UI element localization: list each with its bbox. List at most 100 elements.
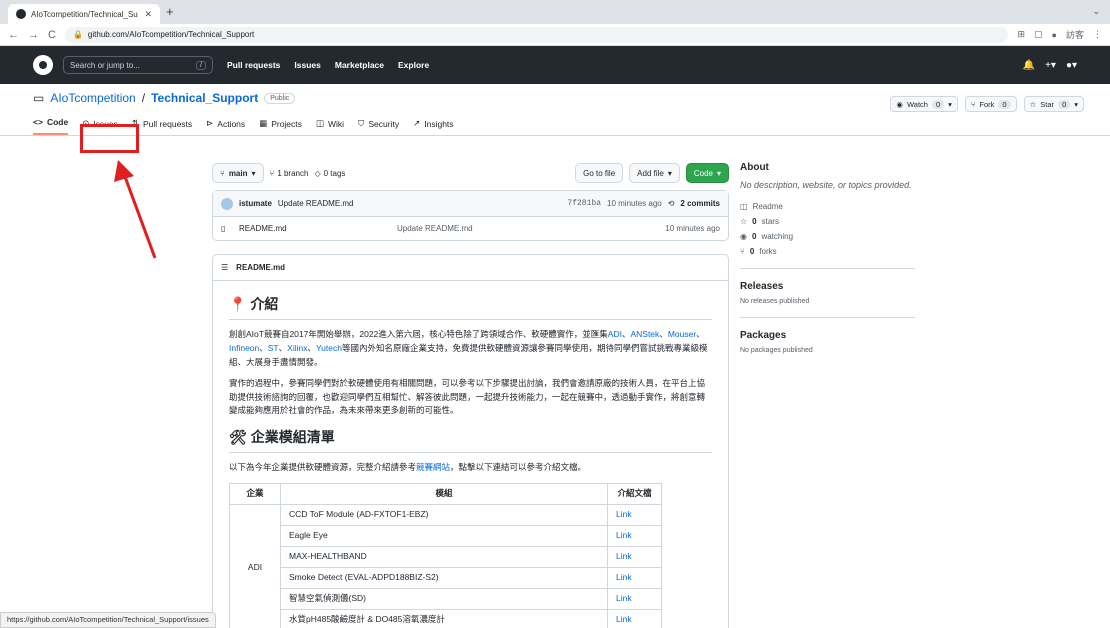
- watch-button[interactable]: ◉ Watch 0 ▾: [890, 96, 958, 112]
- nav-explore[interactable]: Explore: [398, 60, 429, 70]
- tab-security[interactable]: ⛉ Security: [358, 118, 399, 135]
- link-infineon[interactable]: Infineon: [229, 343, 259, 353]
- code-button[interactable]: Code ▾: [685, 163, 729, 183]
- tab-insights-label: Insights: [424, 118, 454, 129]
- branches-icon: ⑂: [269, 168, 275, 178]
- watching-link[interactable]: ◉ 0 watching: [740, 232, 915, 241]
- pin-icon: 📍: [229, 296, 247, 312]
- browser-tab[interactable]: AIoTcompetition/Technical_Su ✕: [8, 4, 160, 24]
- fork-icon: ⑂: [740, 246, 745, 256]
- github-logo-icon[interactable]: [33, 55, 53, 75]
- list-icon[interactable]: ☰: [221, 263, 228, 272]
- file-name[interactable]: README.md: [239, 224, 397, 233]
- tab-code[interactable]: <> Code: [33, 117, 69, 135]
- tab-insights[interactable]: ↗ Insights: [413, 118, 453, 135]
- link-st[interactable]: ST: [268, 343, 279, 353]
- doc-link[interactable]: Link: [607, 566, 662, 589]
- stars-link[interactable]: ☆ 0 stars: [740, 217, 915, 226]
- url-bar[interactable]: 🔒 github.com/AIoTcompetition/Technical_S…: [64, 26, 1009, 43]
- table-row: ADI CCD ToF Module (AD-FXTOF1-EBZ) Link: [229, 503, 662, 628]
- branches-link[interactable]: ⑂ 1 branch: [270, 169, 309, 178]
- window-icon[interactable]: ▢: [1034, 29, 1043, 40]
- create-new-icon[interactable]: +▾: [1045, 60, 1056, 71]
- readme-body: 📍 介紹 創創AIoT競賽自2017年開始舉辦，2022進入第六屆，核心特色除了跨…: [213, 281, 728, 628]
- module-cell: Eagle Eye: [280, 524, 608, 547]
- fork-count: 0: [998, 99, 1011, 109]
- link-mouser[interactable]: Mouser: [668, 329, 696, 339]
- competition-site-link[interactable]: 競賽網站: [416, 462, 450, 472]
- doc-link-text[interactable]: Link: [616, 614, 632, 624]
- branch-chevron-icon: ▾: [251, 168, 256, 178]
- issues-highlight-box: [80, 124, 139, 153]
- file-commit-message[interactable]: Update README.md: [397, 224, 665, 233]
- repo-owner-link[interactable]: AIoTcompetition: [50, 91, 135, 105]
- translate-icon[interactable]: ⊞: [1017, 29, 1025, 40]
- fork-button[interactable]: ⑂ Fork 0: [964, 96, 1017, 112]
- back-icon[interactable]: ←: [8, 29, 19, 41]
- tab-wiki[interactable]: ◫ Wiki: [316, 118, 344, 135]
- forks-link[interactable]: ⑂ 0 forks: [740, 247, 915, 256]
- watching-label: watching: [761, 231, 794, 241]
- doc-link-text[interactable]: Link: [616, 551, 632, 561]
- code-toolbar: ⑂ main ▾ ⑂ 1 branch ◇ 0 tags Go to file Add …: [212, 162, 729, 184]
- doc-link[interactable]: Link: [607, 608, 662, 628]
- readme-header: ☰ README.md: [213, 255, 728, 281]
- tab-actions[interactable]: ⊳ Actions: [206, 118, 245, 135]
- readme-link[interactable]: ◫ Readme: [740, 202, 915, 211]
- profile-icon[interactable]: ●: [1052, 30, 1057, 40]
- close-tab-icon[interactable]: ✕: [144, 9, 152, 20]
- tab-pull-requests[interactable]: ⇅ Pull requests: [132, 118, 192, 135]
- repo-icon: ▭: [33, 91, 45, 105]
- doc-link[interactable]: Link: [607, 587, 662, 610]
- user-avatar-icon[interactable]: ●▾: [1066, 60, 1077, 71]
- doc-link-text[interactable]: Link: [616, 572, 632, 582]
- tab-projects[interactable]: ▦ Projects: [259, 118, 302, 135]
- tags-link[interactable]: ◇ 0 tags: [314, 169, 345, 178]
- new-tab-icon[interactable]: +: [166, 4, 174, 19]
- doc-link[interactable]: Link: [607, 524, 662, 547]
- link-xilinx[interactable]: Xilinx: [287, 343, 307, 353]
- star-label: Star: [1040, 99, 1055, 109]
- forward-icon[interactable]: →: [28, 29, 39, 41]
- readme-link-label: Readme: [752, 201, 783, 211]
- link-yutech[interactable]: Yutech: [316, 343, 342, 353]
- star-button[interactable]: ☆ Star 0 ▾: [1023, 96, 1084, 112]
- add-file-chevron-icon: ▾: [667, 168, 672, 178]
- star-chevron-down-icon[interactable]: ▾: [1074, 100, 1078, 109]
- doc-link[interactable]: Link: [607, 503, 662, 526]
- commit-hash[interactable]: 7f281ba: [567, 199, 601, 208]
- commit-message[interactable]: Update README.md: [278, 199, 354, 208]
- nav-marketplace[interactable]: Marketplace: [335, 60, 384, 70]
- search-placeholder: Search or jump to...: [70, 60, 140, 70]
- doc-link[interactable]: Link: [607, 545, 662, 568]
- nav-issues[interactable]: Issues: [294, 60, 320, 70]
- commit-author[interactable]: istumate: [239, 199, 272, 208]
- doc-link-text[interactable]: Link: [616, 509, 632, 519]
- notification-bell-icon[interactable]: 🔔: [1023, 60, 1035, 71]
- doc-link-text[interactable]: Link: [616, 593, 632, 603]
- releases-heading[interactable]: Releases: [740, 281, 915, 292]
- table-row: 智慧空氣偵測儀(SD) Link: [230, 587, 662, 610]
- repo-name-link[interactable]: Technical_Support: [151, 91, 258, 105]
- divider: [740, 267, 915, 269]
- doc-link-text[interactable]: Link: [616, 530, 632, 540]
- file-row[interactable]: ▯ README.md Update README.md 10 minutes …: [213, 217, 728, 240]
- shield-icon: ⛉: [358, 118, 365, 128]
- link-anstek[interactable]: ANStek: [630, 329, 659, 339]
- nav-pull-requests[interactable]: Pull requests: [227, 60, 280, 70]
- browser-menu-icon[interactable]: ⋮: [1093, 29, 1102, 40]
- reload-icon[interactable]: C: [48, 29, 56, 41]
- about-description: No description, website, or topics provi…: [740, 180, 912, 190]
- go-to-file-button[interactable]: Go to file: [575, 163, 624, 183]
- packages-heading[interactable]: Packages: [740, 330, 915, 341]
- tab-menu-chevron-icon[interactable]: ⌄: [1092, 6, 1100, 17]
- commit-count[interactable]: 2 commits: [680, 199, 720, 208]
- tab-title: AIoTcompetition/Technical_Su: [31, 9, 138, 19]
- link-adi[interactable]: ADI: [608, 329, 622, 339]
- branch-selector[interactable]: ⑂ main ▾: [212, 163, 264, 183]
- add-file-button[interactable]: Add file ▾: [629, 163, 680, 183]
- profile-label[interactable]: 訪客: [1066, 28, 1084, 41]
- stars-count: 0: [752, 216, 757, 226]
- tab-actions-label: Actions: [217, 118, 246, 129]
- search-input[interactable]: Search or jump to... /: [63, 56, 213, 74]
